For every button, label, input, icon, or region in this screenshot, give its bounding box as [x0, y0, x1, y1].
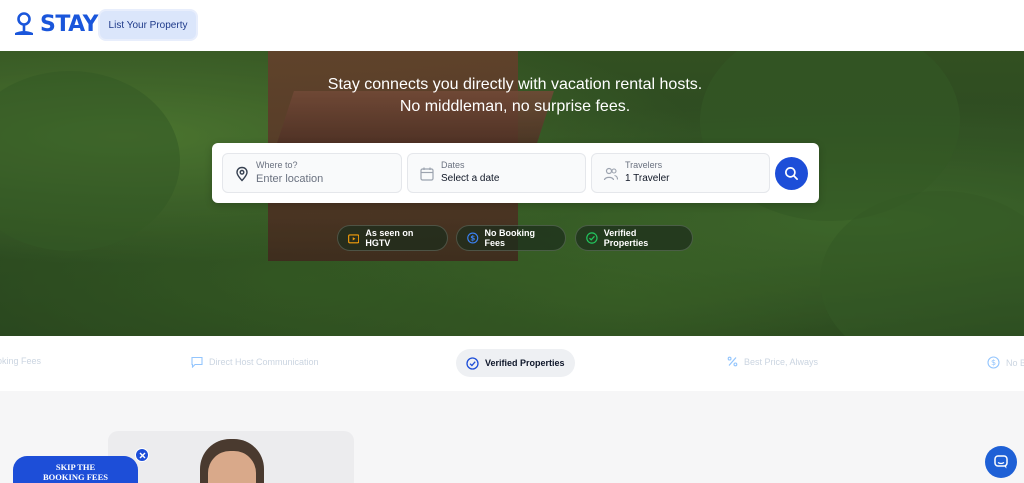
tv-icon: [348, 233, 360, 243]
chat-button[interactable]: [985, 446, 1017, 478]
host-photo-face: [208, 451, 256, 483]
feature-item[interactable]: oking Fees: [0, 356, 41, 366]
skip-line-2: BOOKING FEES: [43, 472, 108, 482]
feature-label: Verified Properties: [485, 358, 565, 368]
feature-label: oking Fees: [0, 356, 42, 366]
top-nav: STAY List Your Property: [0, 0, 1024, 51]
stay-logo[interactable]: STAY: [12, 11, 99, 37]
search-bar: Where to? Enter location Dates Select a …: [212, 143, 819, 203]
list-property-button[interactable]: List Your Property: [100, 11, 196, 39]
feature-label: Direct Host Communication: [209, 357, 319, 367]
search-button[interactable]: [775, 157, 808, 190]
badge-no-fees: $ No Booking Fees: [456, 225, 566, 251]
map-pin-icon: [236, 166, 248, 182]
badge-check-icon: [466, 356, 479, 370]
percent-icon: [727, 356, 738, 367]
search-icon: [785, 167, 798, 180]
message-icon: [191, 356, 203, 368]
travelers-value[interactable]: 1 Traveler: [625, 173, 669, 184]
skip-fees-banner[interactable]: SKIP THE BOOKING FEES: [13, 456, 138, 483]
hero-section: Stay connects you directly with vacation…: [0, 51, 1024, 336]
feature-item-active[interactable]: Verified Properties: [456, 349, 575, 377]
logo-pin-icon: [15, 12, 33, 35]
dollar-circle-icon: $: [467, 232, 479, 244]
travelers-label: Travelers: [625, 160, 663, 170]
close-icon: [139, 452, 145, 458]
feature-item[interactable]: $ No B: [987, 356, 1024, 369]
feature-strip: oking Fees Direct Host Communication Ver…: [0, 336, 1024, 391]
badge-verified-label: Verified Properties: [603, 228, 649, 248]
users-icon: [603, 167, 619, 181]
check-circle-icon: [586, 232, 598, 244]
feature-label: No B: [1006, 357, 1024, 368]
badge-no-fees-label: No Booking Fees: [484, 228, 536, 248]
tagline-line-2: No middleman, no surprise fees.: [399, 98, 631, 115]
location-input[interactable]: Enter location: [256, 173, 323, 185]
travelers-field[interactable]: Travelers 1 Traveler: [591, 153, 770, 193]
dates-value[interactable]: Select a date: [441, 173, 499, 184]
dates-label: Dates: [441, 160, 465, 170]
hero-badges: As seen on HGTV $ No Booking Fees Verifi…: [0, 225, 1024, 251]
skip-line-1: SKIP THE: [55, 462, 96, 472]
chat-icon: [994, 455, 1008, 469]
badge-verified: Verified Properties: [575, 225, 693, 251]
badge-hgtv-label: As seen on HGTV: [365, 228, 414, 248]
content-section: [0, 391, 1024, 483]
svg-text:$: $: [470, 233, 475, 242]
calendar-icon: [420, 167, 434, 181]
badge-hgtv: As seen on HGTV: [337, 225, 448, 251]
location-label: Where to?: [256, 160, 298, 170]
tagline-line-1: Stay connects you directly with vacation…: [327, 76, 703, 93]
feature-label: Best Price, Always: [744, 356, 819, 367]
location-field[interactable]: Where to? Enter location: [222, 153, 402, 193]
dates-field[interactable]: Dates Select a date: [407, 153, 586, 193]
feature-item[interactable]: Direct Host Communication: [191, 356, 319, 368]
feature-item[interactable]: Best Price, Always: [727, 356, 818, 367]
dollar-circle-icon: $: [987, 356, 1000, 369]
close-banner-button[interactable]: [135, 448, 149, 462]
hero-tagline: Stay connects you directly with vacation…: [0, 74, 1024, 118]
logo-text: STAY: [40, 11, 99, 37]
svg-text:$: $: [991, 358, 996, 367]
